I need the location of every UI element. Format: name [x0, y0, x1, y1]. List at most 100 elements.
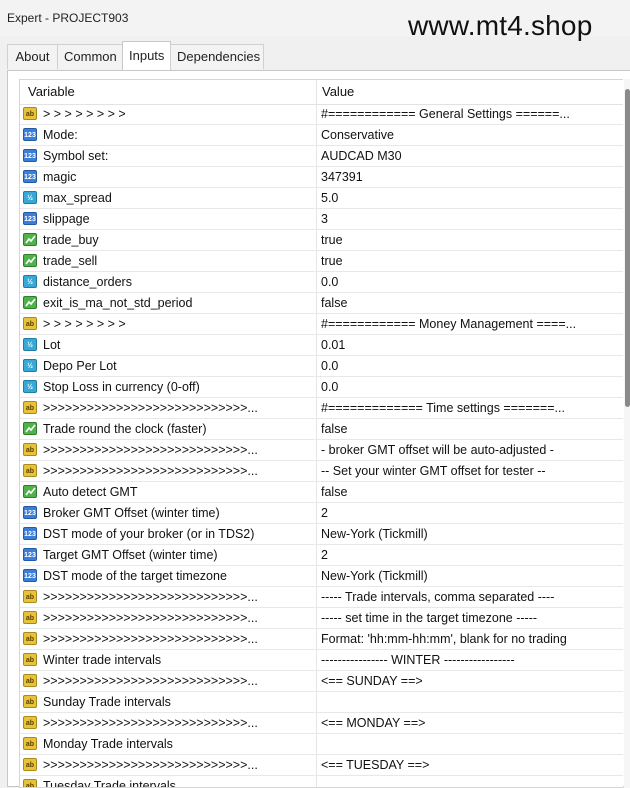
table-row[interactable]: ab >>>>>>>>>>>>>>>>>>>>>>>>>>>>... - broke…	[20, 440, 623, 461]
table-row[interactable]: 123 Mode: Conservative	[20, 125, 623, 146]
table-row[interactable]: 123 Symbol set: AUDCAD M30	[20, 146, 623, 167]
scrollbar-thumb[interactable]	[625, 89, 630, 407]
cell-divider	[316, 755, 317, 775]
tab-common[interactable]: Common	[57, 44, 123, 69]
cell-divider	[316, 293, 317, 313]
table-row[interactable]: ab >>>>>>>>>>>>>>>>>>>>>>>>>>>>... ----- s…	[20, 608, 623, 629]
table-row[interactable]: ab >>>>>>>>>>>>>>>>>>>>>>>>>>>>... -- Set …	[20, 461, 623, 482]
cell-divider	[316, 650, 317, 670]
variable-value[interactable]: false	[321, 482, 616, 502]
variable-value[interactable]: Format: 'hh:mm-hh:mm', blank for no trad…	[321, 629, 616, 649]
variable-value[interactable]: true	[321, 230, 616, 250]
table-row[interactable]: ½ Depo Per Lot 0.0	[20, 356, 623, 377]
variable-value[interactable]: false	[321, 419, 616, 439]
string-type-icon: ab	[23, 716, 37, 729]
table-row[interactable]: 123 slippage 3	[20, 209, 623, 230]
table-row[interactable]: ab >>>>>>>>>>>>>>>>>>>>>>>>>>>>... <== TUE…	[20, 755, 623, 776]
cell-divider	[316, 272, 317, 292]
tab-about[interactable]: About	[7, 44, 58, 69]
table-row[interactable]: ab >>>>>>>>>>>>>>>>>>>>>>>>>>>>... #======…	[20, 398, 623, 419]
variable-value[interactable]: false	[321, 293, 616, 313]
variable-name: >>>>>>>>>>>>>>>>>>>>>>>>>>>>...	[43, 590, 258, 604]
variable-value[interactable]: 0.0	[321, 377, 616, 397]
table-row[interactable]: ab Winter trade intervals ----------------…	[20, 650, 623, 671]
table-row[interactable]: 123 DST mode of your broker (or in TDS2) N…	[20, 524, 623, 545]
variable-name: >>>>>>>>>>>>>>>>>>>>>>>>>>>>...	[43, 716, 258, 730]
cell-divider	[316, 377, 317, 397]
variable-value[interactable]: #============ General Settings ======...	[321, 104, 616, 124]
table-row[interactable]: 123 magic 347391	[20, 167, 623, 188]
vertical-scrollbar[interactable]	[624, 79, 630, 788]
cell-divider	[316, 125, 317, 145]
variable-column-header[interactable]: Variable	[28, 80, 75, 104]
cell-divider	[316, 776, 317, 787]
table-row[interactable]: exit_is_ma_not_std_period false	[20, 293, 623, 314]
variable-value[interactable]: #============ Money Management ====...	[321, 314, 616, 334]
variable-value[interactable]: 5.0	[321, 188, 616, 208]
cell-divider	[316, 545, 317, 565]
variable-value[interactable]: New-York (Tickmill)	[321, 524, 616, 544]
variable-value[interactable]: 2	[321, 545, 616, 565]
cell-divider	[316, 419, 317, 439]
table-row[interactable]: ab >>>>>>>>>>>>>>>>>>>>>>>>>>>>... ----- T…	[20, 587, 623, 608]
variable-name: >>>>>>>>>>>>>>>>>>>>>>>>>>>>...	[43, 464, 258, 478]
tab-inputs[interactable]: Inputs	[122, 41, 171, 70]
variable-value[interactable]: <== TUESDAY ==>	[321, 755, 616, 775]
table-row[interactable]: ½ max_spread 5.0	[20, 188, 623, 209]
variable-name: Broker GMT Offset (winter time)	[43, 506, 220, 520]
variable-value[interactable]: 3	[321, 209, 616, 229]
variable-value[interactable]: #============= Time settings =======...	[321, 398, 616, 418]
variable-value[interactable]: 0.0	[321, 272, 616, 292]
variable-name: Lot	[43, 338, 61, 352]
table-row[interactable]: ab >>>>>>>>>>>>>>>>>>>>>>>>>>>>... <== SUN…	[20, 671, 623, 692]
variable-value[interactable]: ----- set time in the target timezone --…	[321, 608, 616, 628]
variable-value[interactable]: true	[321, 251, 616, 271]
table-row[interactable]: ab Tuesday Trade intervals	[20, 776, 623, 787]
table-row[interactable]: ½ Stop Loss in currency (0-off) 0.0	[20, 377, 623, 398]
variable-value[interactable]	[321, 692, 616, 712]
value-column-header[interactable]: Value	[322, 80, 354, 104]
variable-value[interactable]: 347391	[321, 167, 616, 187]
variable-value[interactable]	[321, 734, 616, 754]
column-divider[interactable]	[316, 80, 317, 104]
table-row[interactable]: ½ distance_orders 0.0	[20, 272, 623, 293]
table-row[interactable]: Auto detect GMT false	[20, 482, 623, 503]
boolean-type-icon	[23, 296, 37, 309]
variable-value[interactable]: Conservative	[321, 125, 616, 145]
table-row[interactable]: ab >>>>>>>>>>>>>>>>>>>>>>>>>>>>... <== MON…	[20, 713, 623, 734]
variable-value[interactable]: New-York (Tickmill)	[321, 566, 616, 586]
table-row[interactable]: 123 Target GMT Offset (winter time) 2	[20, 545, 623, 566]
variable-value[interactable]: <== SUNDAY ==>	[321, 671, 616, 691]
variable-name: slippage	[43, 212, 90, 226]
cell-divider	[316, 608, 317, 628]
variable-value[interactable]: 0.01	[321, 335, 616, 355]
table-row[interactable]: 123 DST mode of the target timezone New-Yo…	[20, 566, 623, 587]
integer-type-icon: 123	[23, 548, 37, 561]
table-row[interactable]: ab Monday Trade intervals	[20, 734, 623, 755]
cell-divider	[316, 356, 317, 376]
variable-value[interactable]: ----- Trade intervals, comma separated -…	[321, 587, 616, 607]
cell-divider	[316, 146, 317, 166]
table-row[interactable]: trade_sell true	[20, 251, 623, 272]
variable-value[interactable]: ---------------- WINTER ----------------…	[321, 650, 616, 670]
variable-value[interactable]	[321, 776, 616, 787]
variable-value[interactable]: <== MONDAY ==>	[321, 713, 616, 733]
table-row[interactable]: ab > > > > > > > > #============ General S…	[20, 104, 623, 125]
table-row[interactable]: Trade round the clock (faster) false	[20, 419, 623, 440]
tab-dependencies[interactable]: Dependencies	[170, 44, 264, 69]
table-row[interactable]: ab > > > > > > > > #============ Money Man…	[20, 314, 623, 335]
table-row[interactable]: ab >>>>>>>>>>>>>>>>>>>>>>>>>>>>... Format:…	[20, 629, 623, 650]
cell-divider	[316, 629, 317, 649]
variable-name: >>>>>>>>>>>>>>>>>>>>>>>>>>>>...	[43, 758, 258, 772]
table-row[interactable]: ½ Lot 0.01	[20, 335, 623, 356]
variable-value[interactable]: 2	[321, 503, 616, 523]
variable-value[interactable]: - broker GMT offset will be auto-adjuste…	[321, 440, 616, 460]
table-row[interactable]: ab Sunday Trade intervals	[20, 692, 623, 713]
variable-value[interactable]: 0.0	[321, 356, 616, 376]
table-row[interactable]: trade_buy true	[20, 230, 623, 251]
variable-value[interactable]: AUDCAD M30	[321, 146, 616, 166]
grid-header: Variable Value	[20, 80, 623, 105]
table-row[interactable]: 123 Broker GMT Offset (winter time) 2	[20, 503, 623, 524]
variable-value[interactable]: -- Set your winter GMT offset for tester…	[321, 461, 616, 481]
variable-name: Stop Loss in currency (0-off)	[43, 380, 200, 394]
